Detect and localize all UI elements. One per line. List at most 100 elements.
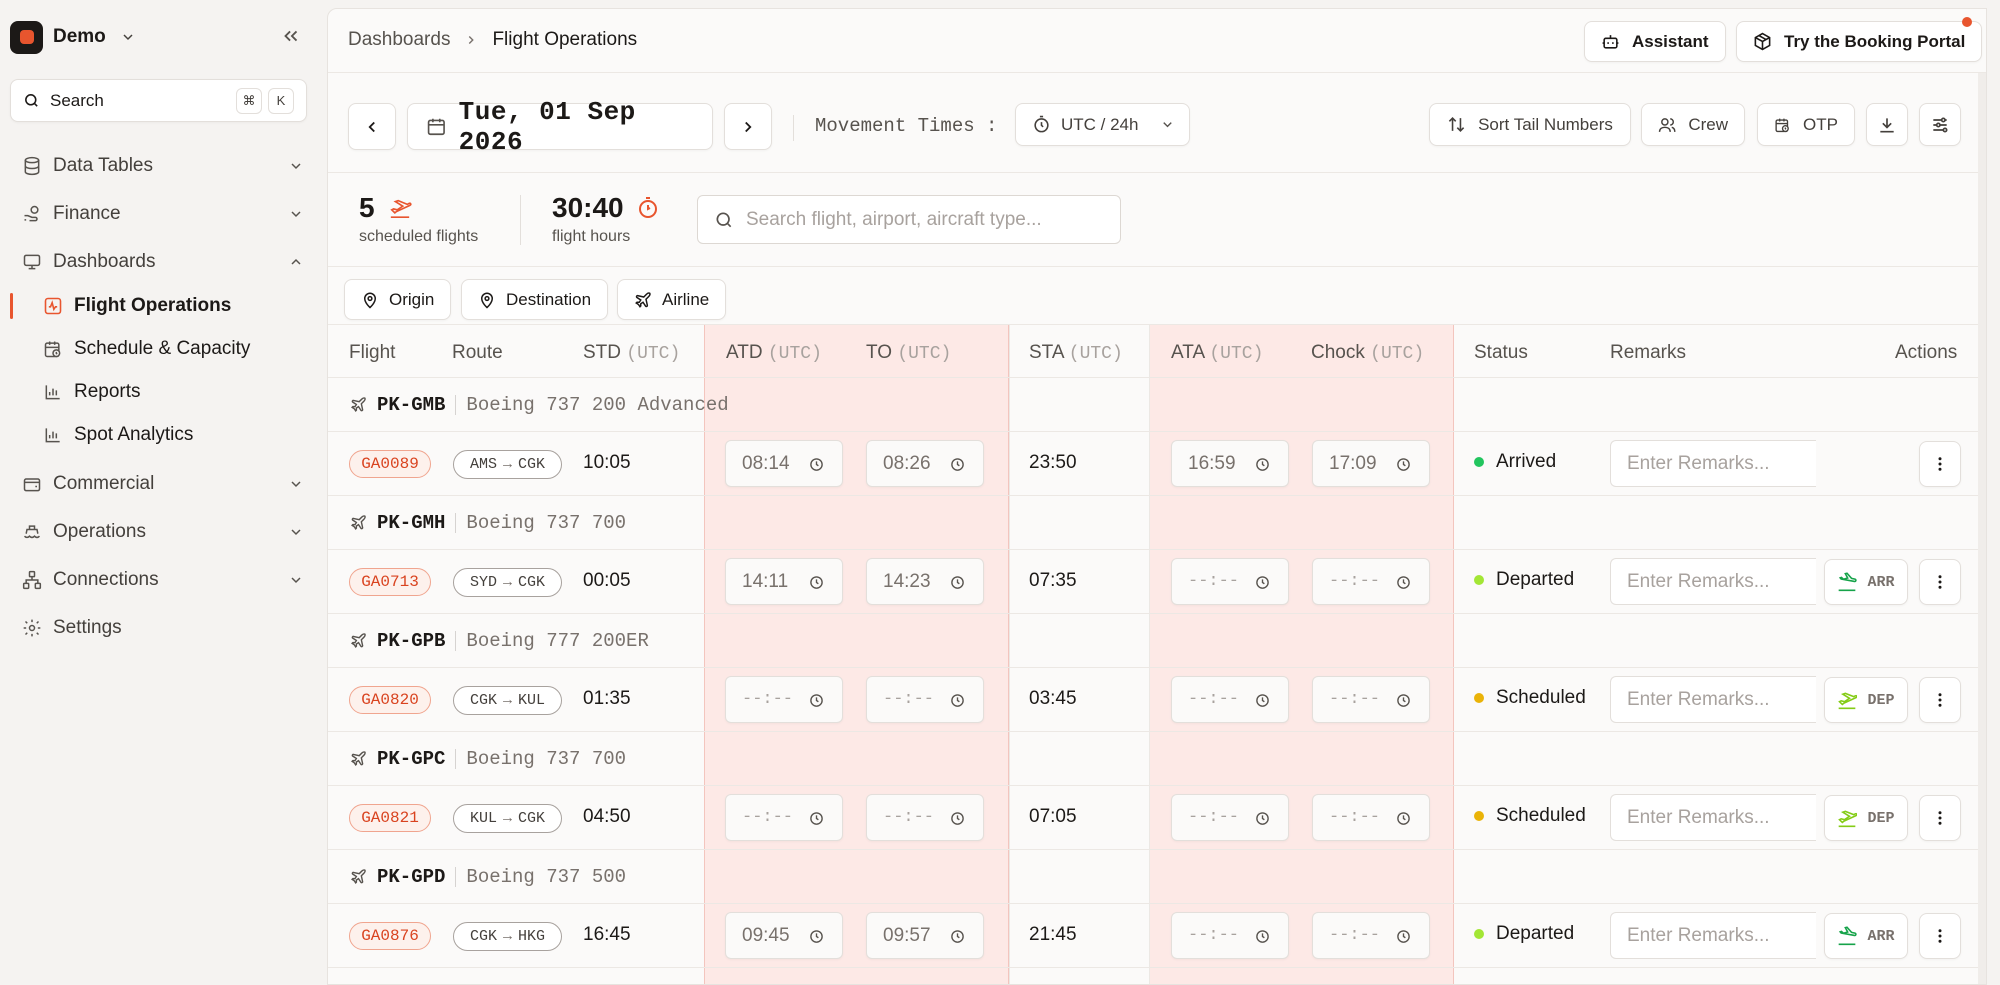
more-vertical-icon (1938, 929, 1942, 943)
timer-icon (638, 197, 657, 218)
timezone-select[interactable]: UTC / 24h (1015, 103, 1190, 146)
flight-number-badge[interactable]: GA0821 (349, 804, 431, 832)
date-label: Tue, 01 Sep 2026 (458, 96, 636, 157)
atd-time-input[interactable]: 14:11 (725, 558, 843, 605)
otp-button[interactable]: OTP (1757, 103, 1855, 146)
collapse-sidebar-icon[interactable] (280, 25, 302, 47)
header-atd: ATD (UTC) (726, 342, 822, 364)
sidebar-item-label: Data Tables (53, 155, 153, 176)
sidebar-subitem-spot-analytics[interactable]: Spot Analytics (0, 415, 327, 455)
booking-portal-button[interactable]: Try the Booking Portal (1736, 21, 1983, 62)
prev-day-button[interactable] (348, 103, 396, 150)
sidebar-item-finance[interactable]: Finance (0, 194, 327, 234)
chock-time-input[interactable]: --:-- (1312, 558, 1430, 605)
remarks-input[interactable]: Enter Remarks... (1610, 558, 1816, 605)
workspace-switcher[interactable]: Demo (10, 20, 136, 54)
notification-dot (1962, 17, 1972, 27)
movement-action-button[interactable]: ARR (1824, 913, 1908, 959)
takeoff-time-input[interactable]: 14:23 (866, 558, 984, 605)
atd-time-input[interactable]: 09:45 (725, 912, 843, 959)
sidebar-item-commercial[interactable]: Commercial (0, 464, 327, 504)
breadcrumb-parent[interactable]: Dashboards (348, 29, 450, 51)
route-badge: SYD → CGK (453, 568, 562, 597)
date-picker[interactable]: Tue, 01 Sep 2026 (407, 97, 713, 157)
scrollbar[interactable] (1978, 73, 1986, 984)
download-button[interactable] (1866, 103, 1908, 146)
sidebar-search[interactable]: Search ⌘ K (10, 79, 307, 122)
remarks-input[interactable]: Enter Remarks... (1610, 676, 1816, 723)
flight-number-badge[interactable]: GA0089 (349, 450, 431, 478)
row-menu-button[interactable] (1919, 677, 1961, 723)
row-menu-button[interactable] (1919, 913, 1961, 959)
table-row: GA0876 CGK → HKG 16:45 09:45 09:57 21:45 -… (328, 904, 1986, 968)
destination-filter-button[interactable]: Destination (461, 279, 609, 320)
chevron-down-icon (291, 529, 301, 536)
aircraft-type: Boeing 777 200ER (466, 629, 649, 652)
clock-icon (1256, 930, 1269, 943)
takeoff-time-input[interactable]: 09:57 (866, 912, 984, 959)
aircraft-type: Boeing 737 700 (466, 511, 627, 534)
sidebar-item-settings[interactable]: Settings (0, 608, 327, 648)
takeoff-time-input[interactable]: --:-- (866, 676, 984, 723)
chevron-down-icon (291, 481, 301, 488)
flight-number-badge[interactable]: GA0820 (349, 686, 431, 714)
movement-action-button[interactable]: DEP (1824, 795, 1908, 841)
sidebar-item-data-tables[interactable]: Data Tables (0, 146, 327, 186)
sidebar-item-operations[interactable]: Operations (0, 512, 327, 552)
download-icon (1880, 117, 1894, 132)
movement-action-button[interactable]: DEP (1824, 677, 1908, 723)
chock-time-input[interactable]: --:-- (1312, 912, 1430, 959)
row-menu-button[interactable] (1919, 795, 1961, 841)
chevron-up-icon (291, 258, 301, 265)
sidebar-subitem-flight-operations[interactable]: Flight Operations (0, 286, 327, 326)
remarks-input[interactable]: Enter Remarks... (1610, 440, 1816, 487)
row-menu-button[interactable] (1919, 559, 1961, 605)
clock-icon (951, 458, 964, 471)
remarks-input[interactable]: Enter Remarks... (1610, 912, 1816, 959)
sidebar-subitem-schedule-capacity[interactable]: Schedule & Capacity (0, 329, 327, 369)
sta-time: 21:45 (1029, 924, 1077, 945)
ata-time-input[interactable]: 16:59 (1171, 440, 1289, 487)
ata-time-input[interactable]: --:-- (1171, 676, 1289, 723)
users-icon (1658, 117, 1676, 132)
remarks-input[interactable]: Enter Remarks... (1610, 794, 1816, 841)
table-row: GA0821 KUL → CGK 04:50 --:-- --:-- 07:05 -… (328, 786, 1986, 850)
takeoff-time-input[interactable]: 08:26 (866, 440, 984, 487)
chock-time-input[interactable]: --:-- (1312, 676, 1430, 723)
calendar-clock-icon (1775, 118, 1789, 132)
flight-number-badge[interactable]: GA0876 (349, 922, 431, 950)
more-vertical-icon (1938, 811, 1942, 825)
airline-filter-button[interactable]: Airline (617, 279, 727, 320)
aircraft-type: Boeing 737 500 (466, 865, 627, 888)
movement-action-button[interactable]: ARR (1824, 559, 1908, 605)
takeoff-time-input[interactable]: --:-- (866, 794, 984, 841)
chock-time-input[interactable]: 17:09 (1312, 440, 1430, 487)
row-menu-button[interactable] (1919, 441, 1961, 487)
sidebar-item-label: Settings (53, 617, 122, 638)
route-badge: KUL → CGK (453, 804, 562, 833)
assistant-button[interactable]: Assistant (1584, 21, 1726, 62)
origin-filter-button[interactable]: Origin (344, 279, 452, 320)
atd-time-input[interactable]: --:-- (725, 794, 843, 841)
flight-number-badge[interactable]: GA0713 (349, 568, 431, 596)
crew-button[interactable]: Crew (1641, 103, 1745, 146)
atd-time-input[interactable]: 08:14 (725, 440, 843, 487)
ata-time-input[interactable]: --:-- (1171, 794, 1289, 841)
ata-time-input[interactable]: --:-- (1171, 912, 1289, 959)
ata-time-input[interactable]: --:-- (1171, 558, 1289, 605)
header-route: Route (452, 342, 503, 363)
sidebar-item-connections[interactable]: Connections (0, 560, 327, 600)
clock-icon (1397, 576, 1410, 589)
next-day-button[interactable] (724, 103, 772, 150)
chock-time-input[interactable]: --:-- (1312, 794, 1430, 841)
sort-tail-numbers-button[interactable]: Sort Tail Numbers (1429, 103, 1631, 146)
atd-time-input[interactable]: --:-- (725, 676, 843, 723)
clock-icon (1397, 458, 1410, 471)
origin-filter-label: Origin (389, 289, 435, 309)
clock-icon (810, 458, 823, 471)
sidebar-subitem-reports[interactable]: Reports (0, 372, 327, 412)
flight-search-input[interactable]: Search flight, airport, aircraft type... (697, 195, 1121, 244)
sidebar-item-dashboards[interactable]: Dashboards (0, 242, 327, 282)
column-settings-button[interactable] (1919, 103, 1961, 146)
status-badge: Departed (1474, 923, 1574, 945)
